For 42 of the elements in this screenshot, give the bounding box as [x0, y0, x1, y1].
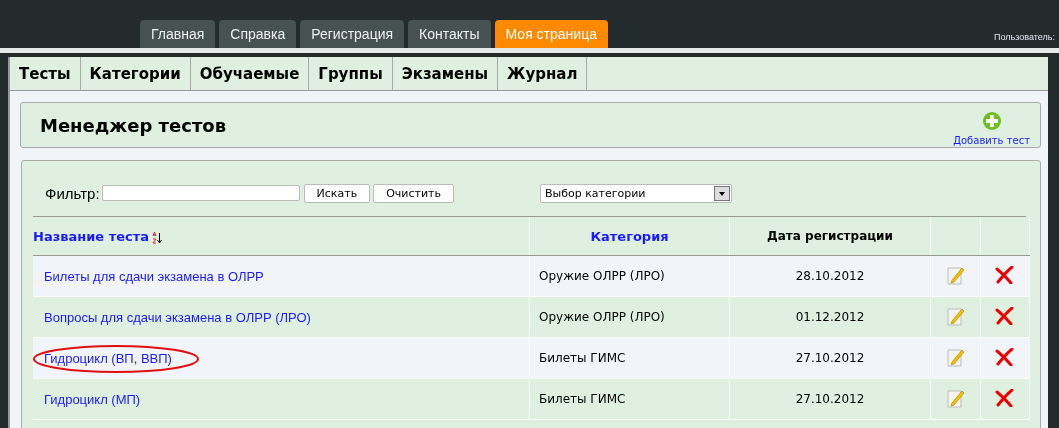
menu-tab[interactable]: Регистрация [300, 20, 405, 48]
nav-item[interactable]: Обучаемые [190, 57, 310, 90]
page-title: Менеджер тестов [40, 114, 227, 136]
test-link[interactable]: Билеты для сдачи экзамена в ОЛРР [44, 268, 264, 284]
sort-icon[interactable] [152, 230, 162, 244]
menu-tab[interactable]: Контакты [408, 20, 491, 48]
user-label: Пользователь: [994, 32, 1055, 42]
delete-icon[interactable] [995, 388, 1015, 407]
column-header-link[interactable]: Категория [590, 228, 669, 244]
nav-item[interactable]: Категории [80, 57, 191, 90]
category-select[interactable]: Выбор категории [539, 183, 732, 203]
table-cell: 01.12.2012 [795, 310, 865, 324]
table-cell: Билеты ГИМС [539, 392, 626, 406]
clear-button[interactable]: Очистить [373, 183, 454, 203]
edit-icon[interactable] [945, 346, 966, 367]
nav-item[interactable]: Экзамены [392, 57, 499, 90]
menu-tab[interactable]: Главная [140, 20, 216, 48]
edit-icon[interactable] [945, 264, 966, 285]
filter-label: Фильтр: [45, 184, 100, 202]
nav-item[interactable]: Тесты [10, 57, 81, 90]
column-header-link[interactable]: Название теста [33, 228, 149, 244]
add-icon[interactable] [981, 110, 1002, 131]
delete-icon[interactable] [995, 306, 1015, 325]
table-cell: 27.10.2012 [795, 392, 865, 406]
edit-icon[interactable] [945, 387, 966, 408]
table-cell: Билеты ГИМС [539, 351, 626, 365]
nav-item[interactable]: Журнал [498, 57, 588, 90]
filter-field[interactable] [101, 185, 300, 201]
menu-tab[interactable]: Справка [219, 20, 297, 48]
edit-icon[interactable] [945, 305, 966, 326]
search-button[interactable]: Искать [303, 183, 371, 203]
delete-icon[interactable] [995, 265, 1015, 284]
nav-item[interactable]: Группы [309, 57, 393, 90]
add-test-link[interactable]: Добавить тест [953, 134, 1030, 146]
table-cell: Оружие ОЛРР (ЛРО) [539, 310, 665, 324]
column-header: Дата регистрации [767, 229, 893, 243]
table-cell: Оружие ОЛРР (ЛРО) [539, 269, 665, 283]
test-link[interactable]: Вопросы для сдачи экзамена в ОЛРР (ЛРО) [44, 309, 311, 325]
delete-icon[interactable] [995, 347, 1015, 366]
table-cell: 28.10.2012 [795, 269, 865, 283]
table-cell: 27.10.2012 [795, 351, 865, 365]
test-link[interactable]: Гидроцикл (МП) [44, 391, 141, 407]
